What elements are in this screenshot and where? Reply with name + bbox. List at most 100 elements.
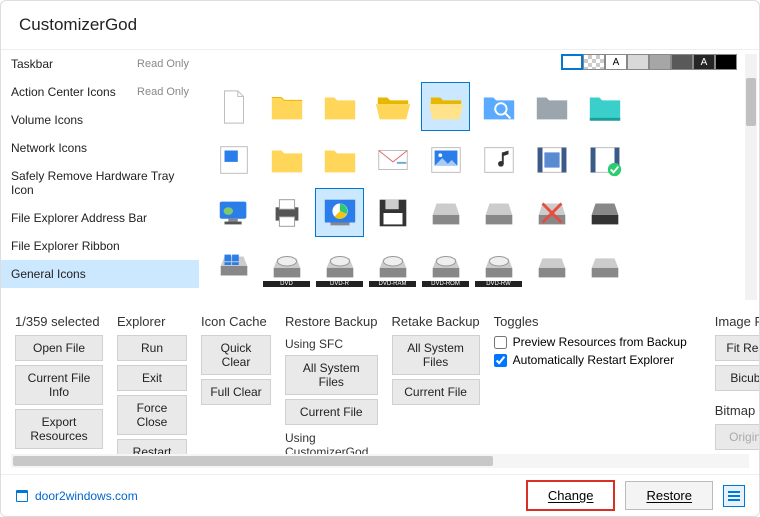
export-resources-button[interactable]: Export Resources — [15, 409, 103, 449]
floppy-icon[interactable] — [368, 188, 417, 237]
sidebar-item-1[interactable]: Action Center IconsRead Only — [1, 78, 199, 106]
retake-all-button[interactable]: All System Files — [392, 335, 480, 375]
readonly-badge: Read Only — [137, 58, 189, 70]
sidebar-item-5[interactable]: File Explorer Address Bar — [1, 204, 199, 232]
folder-open-icon[interactable] — [421, 82, 470, 131]
titlebar: CustomizerGod — [1, 1, 759, 49]
restore-sfc-label: Using SFC — [285, 337, 378, 351]
toggle-autorestart[interactable]: Automatically Restart Explorer — [494, 353, 687, 367]
col-imager: Image R Fit Resiz Bicubic Bitmap F Origi… — [715, 314, 759, 448]
drive-dark-icon[interactable] — [580, 188, 629, 237]
explorer-forceclose-button[interactable]: Force Close — [117, 395, 187, 435]
explorer-restart-button[interactable]: Restart — [117, 439, 187, 454]
menu-icon[interactable] — [723, 485, 745, 507]
col-iconcache: Icon Cache Quick Clear Full Clear — [201, 314, 271, 448]
folder-search-icon[interactable] — [474, 82, 523, 131]
retake-title: Retake Backup — [392, 314, 480, 329]
drive-label: DVD — [263, 281, 310, 287]
sidebar-item-2[interactable]: Volume Icons — [1, 106, 199, 134]
toggle-preview[interactable]: Preview Resources from Backup — [494, 335, 687, 349]
explorer-run-button[interactable]: Run — [117, 335, 187, 361]
window-icon — [15, 489, 29, 503]
drive-label: DVD-RAM — [369, 281, 416, 287]
app-title: CustomizerGod — [19, 15, 137, 35]
toggle-autorestart-checkbox[interactable] — [494, 354, 507, 367]
sidebar-item-label: Volume Icons — [11, 113, 83, 127]
sidebar-item-0[interactable]: Taskbar Read Only — [1, 50, 199, 78]
mail-icon[interactable] — [368, 135, 417, 184]
folder-teal-icon[interactable] — [580, 82, 629, 131]
swatch-a-light[interactable]: A — [605, 54, 627, 70]
footer: door2windows.com Change Restore — [1, 474, 759, 516]
file-icon[interactable] — [209, 82, 258, 131]
dvd-drive-icon[interactable]: DVD-R — [315, 241, 364, 290]
vertical-scrollbar[interactable] — [745, 54, 757, 300]
swatch-a-dark[interactable]: A — [693, 54, 715, 70]
imager-title: Image R — [715, 314, 759, 329]
sidebar-item-label: Taskbar — [11, 57, 53, 71]
col-explorer: Explorer Run Exit Force Close Restart — [117, 314, 187, 448]
music-icon[interactable] — [474, 135, 523, 184]
open-file-button[interactable]: Open File — [15, 335, 103, 361]
folder-gray-icon[interactable] — [527, 82, 576, 131]
sidebar-item-3[interactable]: Network Icons — [1, 134, 199, 162]
dvd-drive-icon[interactable]: DVD-RW — [474, 241, 523, 290]
sidebar-item-6[interactable]: File Explorer Ribbon — [1, 232, 199, 260]
swatch-black[interactable] — [715, 54, 737, 70]
fit-resize-button[interactable]: Fit Resiz — [715, 335, 759, 361]
sidebar-item-label: File Explorer Ribbon — [11, 239, 120, 253]
restore-sfc-current-button[interactable]: Current File — [285, 399, 378, 425]
swatch-checker[interactable] — [583, 54, 605, 70]
program-icon[interactable] — [209, 135, 258, 184]
monitor-icon[interactable] — [209, 188, 258, 237]
restore-cg-label: Using CustomizerGod — [285, 431, 378, 454]
drive-icon[interactable] — [474, 188, 523, 237]
sidebar-item-label: Network Icons — [11, 141, 87, 155]
folder-yellow-icon[interactable] — [315, 135, 364, 184]
dvd-drive-icon[interactable]: DVD-RAM — [368, 241, 417, 290]
printer-icon[interactable] — [262, 188, 311, 237]
drive-icon[interactable] — [527, 241, 576, 290]
sidebar-item-7[interactable]: General Icons — [1, 260, 199, 288]
controls-panel: 1/359 selected Open File Current File In… — [1, 304, 759, 454]
restore-button[interactable]: Restore — [625, 481, 713, 510]
video-icon[interactable] — [527, 135, 576, 184]
restore-sfc-all-button[interactable]: All System Files — [285, 355, 378, 395]
col-selected: 1/359 selected Open File Current File In… — [15, 314, 103, 448]
bitmap-title: Bitmap F — [715, 403, 759, 418]
video-check-icon[interactable] — [580, 135, 629, 184]
bicubic-button[interactable]: Bicubic — [715, 365, 759, 391]
drive-icon[interactable] — [421, 188, 470, 237]
swatch-white[interactable] — [561, 54, 583, 70]
swatch-darkgray[interactable] — [671, 54, 693, 70]
drive-error-icon[interactable] — [527, 188, 576, 237]
picture-icon[interactable] — [421, 135, 470, 184]
selected-count: 1/359 selected — [15, 314, 103, 329]
retake-current-button[interactable]: Current File — [392, 379, 480, 405]
swatch-lightgray[interactable] — [627, 54, 649, 70]
sidebar-item-label: Action Center Icons — [11, 85, 116, 99]
iconcache-title: Icon Cache — [201, 314, 271, 329]
folder-yellow-icon[interactable] — [315, 82, 364, 131]
swatch-midgray[interactable] — [649, 54, 671, 70]
horizontal-scrollbar[interactable] — [11, 454, 749, 468]
change-button[interactable]: Change — [526, 480, 616, 511]
dvd-drive-icon[interactable]: DVD-ROM — [421, 241, 470, 290]
drive-icon[interactable] — [580, 241, 629, 290]
windows-drive-icon[interactable] — [209, 241, 258, 290]
website-link[interactable]: door2windows.com — [15, 489, 138, 503]
explorer-exit-button[interactable]: Exit — [117, 365, 187, 391]
folder-yellow-icon[interactable] — [262, 135, 311, 184]
main-area: Taskbar Read Only Action Center IconsRead … — [1, 49, 759, 304]
quick-clear-button[interactable]: Quick Clear — [201, 335, 271, 375]
folder-open-icon[interactable] — [368, 82, 417, 131]
bitmap-original-button[interactable]: Original — [715, 424, 759, 450]
footer-actions: Change Restore — [526, 480, 745, 511]
control-panel-icon[interactable] — [315, 188, 364, 237]
full-clear-button[interactable]: Full Clear — [201, 379, 271, 405]
sidebar-item-4[interactable]: Safely Remove Hardware Tray Icon — [1, 162, 199, 204]
dvd-drive-icon[interactable]: DVD — [262, 241, 311, 290]
folder-yellow-icon[interactable] — [262, 82, 311, 131]
current-file-info-button[interactable]: Current File Info — [15, 365, 103, 405]
toggle-preview-checkbox[interactable] — [494, 336, 507, 349]
